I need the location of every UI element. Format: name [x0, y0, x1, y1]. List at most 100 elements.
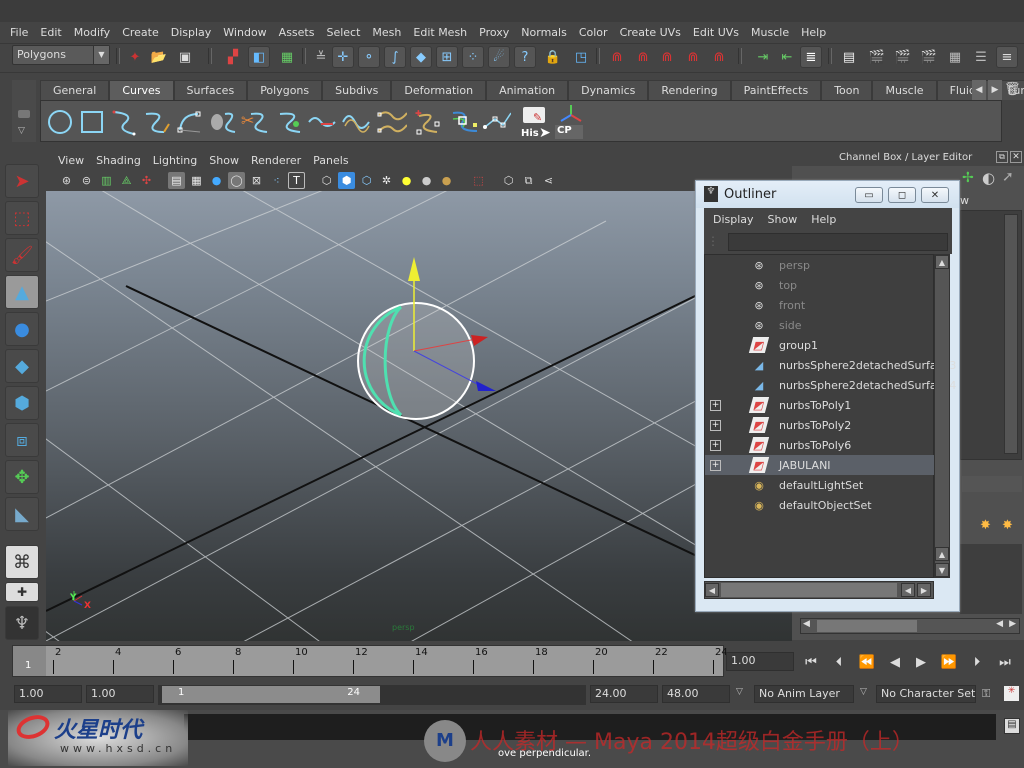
new-scene-icon[interactable]: ✦	[124, 46, 146, 68]
scroll-thumb[interactable]	[817, 620, 917, 632]
shelf-options[interactable]: ▽	[12, 80, 36, 142]
xray-icon[interactable]: ⬡	[500, 172, 517, 189]
attribute-editor-toggle-icon[interactable]: ☰	[970, 46, 992, 68]
start-time-field[interactable]: 1.00	[14, 685, 82, 703]
lasso-tool-icon[interactable]: ⬚	[5, 201, 39, 235]
wireframe-icon[interactable]: ⬡	[318, 172, 335, 189]
new-layer-selected-icon[interactable]: ✸	[1002, 518, 1013, 533]
outliner-item[interactable]: ⊛ persp	[705, 255, 935, 275]
outliner-vscroll[interactable]: ▲ ▲ ▼	[934, 254, 950, 578]
snap-point-icon[interactable]: ∫	[384, 46, 406, 68]
new-layer-icon[interactable]: ✸	[980, 518, 991, 533]
render-current-icon[interactable]: 🎬	[866, 46, 888, 68]
select-region-icon[interactable]: ◳	[570, 46, 592, 68]
default-lighting-icon[interactable]: ●	[398, 172, 415, 189]
scroll-up-icon[interactable]: ▲	[935, 255, 949, 269]
outliner-item[interactable]: ◢ nurbsSphere2detachedSurface3	[705, 355, 957, 375]
outliner-item[interactable]: + ◩ JABULANI	[705, 455, 935, 475]
playback-start-field[interactable]: 1.00	[86, 685, 154, 703]
auto-key-icon[interactable]: ⚿	[982, 687, 990, 701]
go-to-end-icon[interactable]: ⏭	[994, 652, 1016, 672]
scroll-up-icon[interactable]: ▲	[935, 547, 949, 561]
menu-assets[interactable]: Assets	[273, 26, 321, 39]
menu-create-uvs[interactable]: Create UVs	[614, 26, 687, 39]
magnet-grid-icon[interactable]: ⋒	[606, 46, 628, 68]
menu-edit[interactable]: Edit	[34, 26, 67, 39]
menu-edit-mesh[interactable]: Edit Mesh	[407, 26, 473, 39]
shelf-tab-painteffects[interactable]: PaintEffects	[730, 80, 822, 100]
snap-plane-icon[interactable]: ◆	[410, 46, 432, 68]
shelf-scroll-left-icon[interactable]: ◀	[972, 80, 986, 100]
shelf-tab-toon[interactable]: Toon	[821, 80, 873, 100]
square-icon[interactable]	[77, 105, 107, 139]
range-slider-handle[interactable]: 1 24	[162, 686, 380, 703]
minimize-button[interactable]: ▭	[855, 187, 883, 203]
outliner-search-input[interactable]	[728, 233, 948, 251]
shelf-scroll-right-icon[interactable]: ▶	[988, 80, 1002, 100]
universal-manipulator-icon[interactable]: ⬢	[5, 386, 39, 420]
play-forwards-icon[interactable]: ▶	[910, 652, 932, 672]
step-forward-frame-icon[interactable]: ⏩	[938, 652, 960, 672]
safe-title-icon[interactable]: T	[288, 172, 305, 189]
menu-normals[interactable]: Normals	[515, 26, 573, 39]
layer-list-scrollbar[interactable]	[1004, 214, 1018, 454]
float-panel-icon[interactable]: ⧉	[996, 151, 1008, 163]
ipr-render-icon[interactable]: 🎬	[892, 46, 914, 68]
scroll-left-icon[interactable]: ◀	[996, 619, 1003, 629]
select-component-icon[interactable]: ▦	[276, 46, 298, 68]
scroll-left-icon[interactable]: ◀	[803, 619, 810, 629]
maximize-button[interactable]: ◻	[888, 187, 916, 203]
menu-create[interactable]: Create	[116, 26, 165, 39]
viewport-menu-panels[interactable]: Panels	[307, 154, 354, 167]
expand-icon[interactable]: +	[710, 459, 721, 471]
render-settings-icon[interactable]: 🎬	[918, 46, 940, 68]
camera-attributes-icon[interactable]: ⊜	[78, 172, 95, 189]
bookmark-icon[interactable]: ▥	[98, 172, 115, 189]
character-set-field[interactable]: No Character Set	[876, 685, 976, 703]
help-icon[interactable]: ?	[514, 46, 536, 68]
select-camera-icon[interactable]: ⊛	[58, 172, 75, 189]
shadows-icon[interactable]: ●	[438, 172, 455, 189]
shelf-tab-general[interactable]: General	[40, 80, 110, 100]
curve-icon[interactable]	[275, 105, 305, 139]
trash-icon[interactable]: 🗑	[1004, 80, 1021, 100]
channel-box-hscroll[interactable]: ◀ ◀ ▶	[800, 618, 1020, 634]
filter-icon[interactable]: ≚	[310, 46, 332, 68]
menu-color[interactable]: Color	[573, 26, 614, 39]
snap-grid-icon[interactable]: ✛	[332, 46, 354, 68]
outliner-item[interactable]: + ◩ nurbsToPoly2	[705, 415, 935, 435]
scroll-thumb[interactable]	[721, 583, 897, 597]
shelf-tab-animation[interactable]: Animation	[486, 80, 569, 100]
hypershade-icon[interactable]: ▦	[944, 46, 966, 68]
cut-curve-icon[interactable]: ✂	[241, 105, 271, 139]
shelf-tab-muscle[interactable]: Muscle	[872, 80, 937, 100]
textured-icon[interactable]: ✲	[378, 172, 395, 189]
contrast-icon[interactable]: ◐	[982, 169, 995, 187]
gate-mask-icon[interactable]: ◯	[228, 172, 245, 189]
paint-select-tool-icon[interactable]: 🖌	[5, 238, 39, 272]
perspective-viewport[interactable]: Y X persp	[46, 191, 792, 641]
attach-curve-icon[interactable]	[209, 105, 239, 139]
outliner-menu-display[interactable]: Display	[706, 213, 761, 226]
soft-modification-icon[interactable]: ⧈	[5, 423, 39, 457]
anim-layer-field[interactable]: No Anim Layer	[754, 685, 854, 703]
offset-curve-icon[interactable]	[341, 105, 371, 139]
close-panel-icon[interactable]: ✕	[1010, 151, 1022, 163]
outliner-item[interactable]: ◉ defaultLightSet	[705, 475, 935, 495]
animation-preferences-icon[interactable]: ✳	[1004, 686, 1019, 701]
xray-joints-icon[interactable]: ⧉	[520, 172, 537, 189]
outliner-item[interactable]: ◩ group1	[705, 335, 935, 355]
snap-surface-icon[interactable]: ☄	[488, 46, 510, 68]
outliner-item[interactable]: ◉ defaultObjectSet	[705, 495, 935, 515]
arrow-icon[interactable]: ➚	[1002, 169, 1014, 185]
wireframe-on-shaded-icon[interactable]: ⬡	[358, 172, 375, 189]
scroll-right-icon[interactable]: ▶	[1009, 619, 1016, 629]
character-set-dropdown-icon[interactable]: ▽	[860, 687, 867, 697]
play-backwards-icon[interactable]: ◀	[884, 652, 906, 672]
outliner-item[interactable]: + ◩ nurbsToPoly1	[705, 395, 935, 415]
move-tool-icon[interactable]: ▲	[5, 275, 39, 309]
scroll-down-icon[interactable]: ▼	[935, 563, 949, 577]
snap-view-icon[interactable]: ⊞	[436, 46, 458, 68]
rotate-tool-icon[interactable]: ●	[5, 312, 39, 346]
viewport-menu-lighting[interactable]: Lighting	[147, 154, 203, 167]
